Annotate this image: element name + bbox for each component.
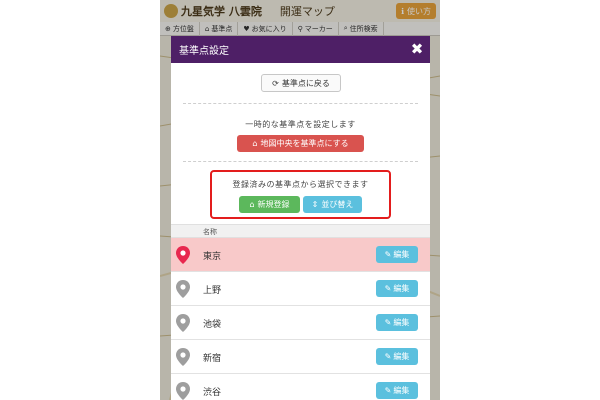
edit-label: 編集 xyxy=(393,386,410,395)
edit-label: 編集 xyxy=(393,250,410,259)
edit-button[interactable]: ✎ 編集 xyxy=(376,280,418,297)
registered-text: 登録済みの基準点から選択できます xyxy=(232,180,369,189)
new-registration-button[interactable]: ⌂ 新規登録 xyxy=(239,196,300,213)
edit-label: 編集 xyxy=(393,284,410,293)
sort-icon: ⇕ xyxy=(311,200,319,209)
registered-section-highlight: 登録済みの基準点から選択できます ⌂ 新規登録 ⇕ 並び替え xyxy=(210,170,391,219)
list-item-name: 池袋 xyxy=(203,320,222,330)
list-item-name: 新宿 xyxy=(203,354,222,364)
edit-button[interactable]: ✎ 編集 xyxy=(376,314,418,331)
home-icon: ⌂ xyxy=(249,200,255,209)
edit-button[interactable]: ✎ 編集 xyxy=(376,348,418,365)
list-item[interactable]: 池袋 ✎ 編集 xyxy=(171,306,430,340)
list-item[interactable]: 新宿 ✎ 編集 xyxy=(171,340,430,374)
column-header-name: 名称 xyxy=(203,228,217,236)
divider xyxy=(183,161,418,162)
map-pin-icon xyxy=(176,382,190,400)
pencil-icon: ✎ xyxy=(384,318,392,327)
pencil-icon: ✎ xyxy=(384,250,392,259)
home-icon: ⌂ xyxy=(252,139,258,148)
base-point-list: 東京 ✎ 編集 上野 ✎ 編集 池袋 ✎ 編集 新宿 ✎ 編集 渋谷 ✎ 編集 xyxy=(171,238,430,400)
list-item-name: 東京 xyxy=(203,252,222,262)
edit-button[interactable]: ✎ 編集 xyxy=(376,382,418,399)
refresh-icon: ⟳ xyxy=(272,78,279,88)
edit-button[interactable]: ✎ 編集 xyxy=(376,246,418,263)
return-to-base-label: 基準点に戻る xyxy=(281,78,330,88)
list-item-name: 渋谷 xyxy=(203,388,222,398)
pencil-icon: ✎ xyxy=(384,386,392,395)
map-pin-icon xyxy=(176,280,190,298)
list-header: 名称 xyxy=(171,224,430,238)
map-pin-icon xyxy=(176,348,190,366)
list-item[interactable]: 東京 ✎ 編集 xyxy=(171,238,430,272)
sort-button[interactable]: ⇕ 並び替え xyxy=(303,196,362,213)
map-pin-icon xyxy=(176,246,190,264)
pencil-icon: ✎ xyxy=(384,284,392,293)
base-point-settings-dialog: 基準点設定 ✖ ⟳ 基準点に戻る 一時的な基準点を設定します ⌂ 地図中央を基準… xyxy=(171,36,430,400)
list-item-name: 上野 xyxy=(203,286,222,296)
edit-label: 編集 xyxy=(393,352,410,361)
screen: 九星気学 八雲院 開運マップ ℹ 使い方 ⊕ 方位盤 ⌂ 基準点 ♥ お気に入り ⚲ マ… xyxy=(0,0,600,400)
sort-label: 並び替え xyxy=(321,200,354,209)
temporary-base-text: 一時的な基準点を設定します xyxy=(245,120,356,129)
set-map-center-label: 地図中央を基準点にする xyxy=(260,139,349,148)
list-item[interactable]: 渋谷 ✎ 編集 xyxy=(171,374,430,400)
edit-label: 編集 xyxy=(393,318,410,327)
dialog-title: 基準点設定 xyxy=(179,46,229,57)
dialog-header: 基準点設定 ✖ xyxy=(171,36,430,63)
list-item[interactable]: 上野 ✎ 編集 xyxy=(171,272,430,306)
close-icon[interactable]: ✖ xyxy=(410,42,424,57)
divider xyxy=(183,103,418,104)
return-to-base-button[interactable]: ⟳ 基準点に戻る xyxy=(261,74,341,92)
set-map-center-button[interactable]: ⌂ 地図中央を基準点にする xyxy=(237,135,364,152)
map-pin-icon xyxy=(176,314,190,332)
new-registration-label: 新規登録 xyxy=(257,200,290,209)
pencil-icon: ✎ xyxy=(384,352,392,361)
